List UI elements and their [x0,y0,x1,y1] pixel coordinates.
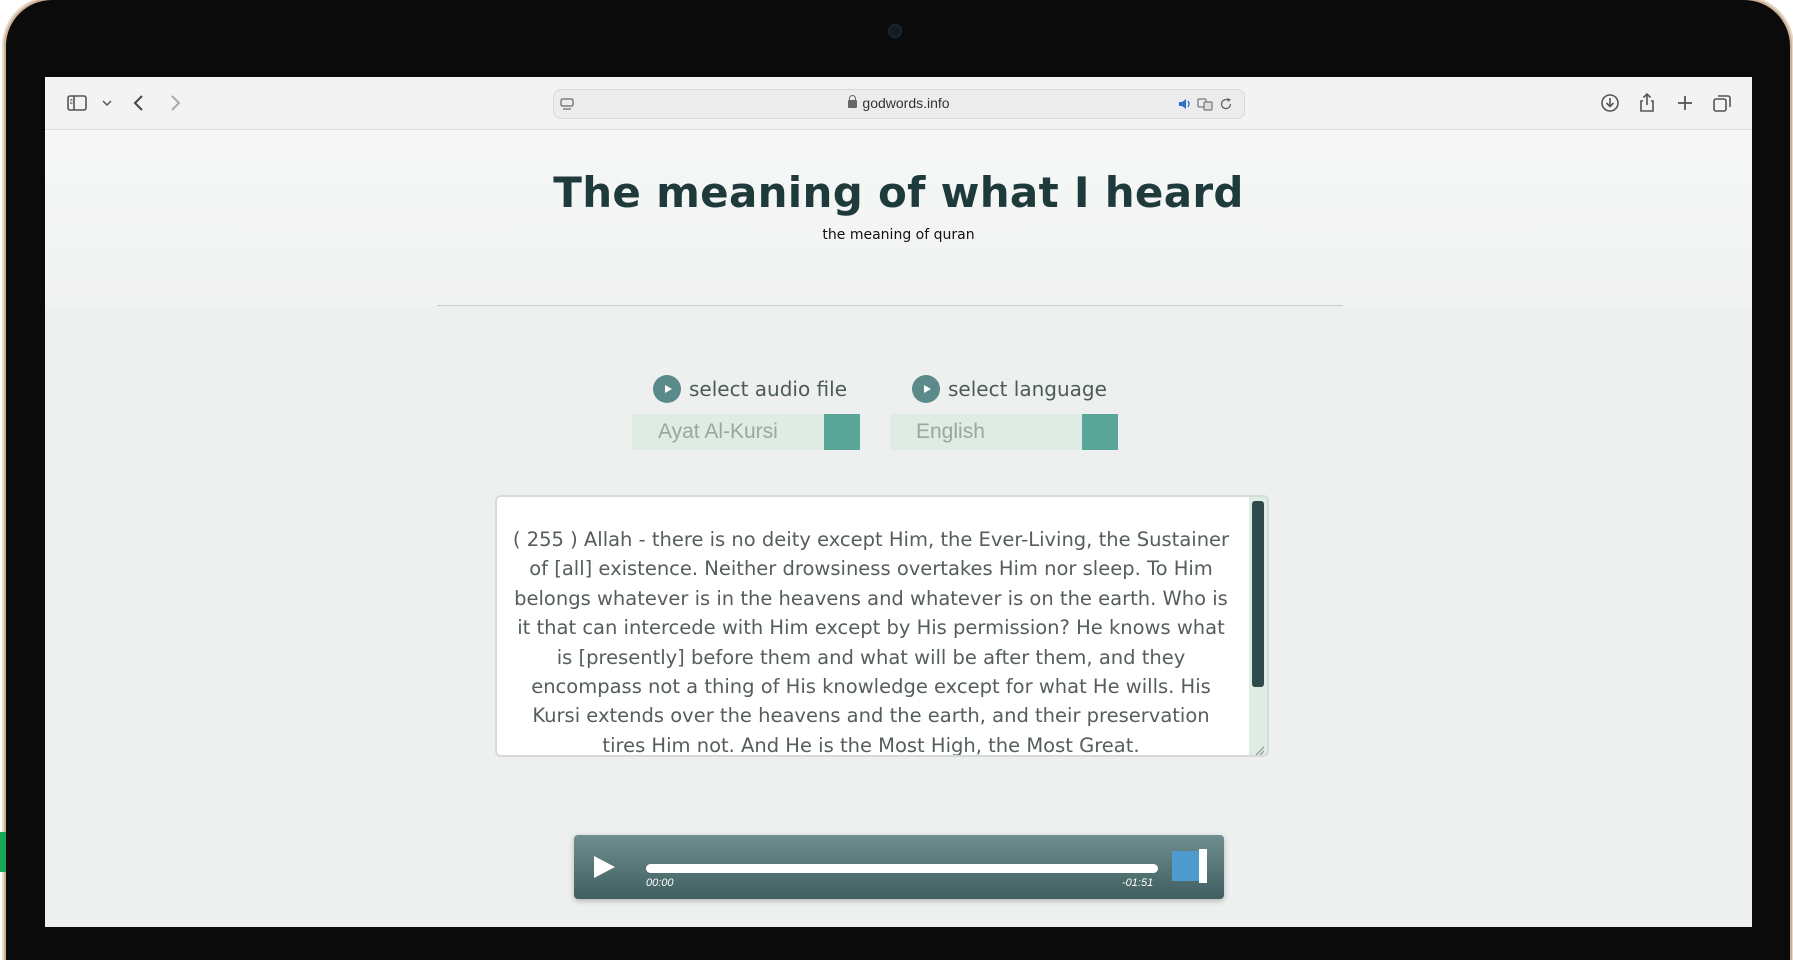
sidebar-icon[interactable] [65,91,89,115]
camera [888,24,902,38]
remaining-time: -01:51 [1122,877,1154,889]
reload-icon[interactable] [1218,96,1234,112]
play-icon[interactable] [594,856,615,878]
address-bar[interactable]: godwords.info [553,89,1245,119]
audio-select-label[interactable]: select audio file [653,375,847,403]
progress-bar[interactable] [646,864,1158,873]
url-display[interactable]: godwords.info [554,95,1244,111]
audio-player: 00:00 -01:51 [574,835,1224,899]
dropdown-button[interactable] [824,414,860,450]
page-title: The meaning of what I heard [553,168,1244,217]
download-icon[interactable] [1598,91,1622,115]
language-select-label-text: select language [948,377,1107,401]
forward-icon[interactable] [163,91,187,115]
verse-textarea[interactable]: ( 255 ) Allah - there is no deity except… [495,495,1269,757]
browser-window: godwords.info The meaning of what I hear… [45,77,1752,927]
audio-select-label-text: select audio file [689,377,848,401]
translate-icon[interactable] [1197,96,1213,112]
header-divider [437,305,1343,306]
play-circle-icon [653,375,681,403]
page-header: The meaning of what I heard the meaning … [45,130,1752,306]
play-circle-icon [912,375,940,403]
verse-text: ( 255 ) Allah - there is no deity except… [512,528,1230,757]
volume-icon[interactable] [1172,851,1202,881]
page-subtitle: the meaning of quran [822,227,975,243]
audio-file-value: Ayat Al-Kursi [658,420,778,443]
volume-slider[interactable] [1199,849,1207,883]
language-select-label[interactable]: select language [912,375,1107,403]
language-value: English [916,420,985,443]
audio-file-select[interactable]: Ayat Al-Kursi [632,414,860,450]
resize-grip-icon[interactable] [1253,741,1265,755]
scrollbar[interactable] [1249,497,1267,755]
tabs-icon[interactable] [1710,91,1734,115]
share-icon[interactable] [1635,91,1659,115]
browser-toolbar: godwords.info [45,77,1752,130]
plus-icon[interactable] [1673,91,1697,115]
language-select[interactable]: English [890,414,1118,450]
side-tab [0,832,6,872]
current-time: 00:00 [646,877,674,889]
chevron-down-icon[interactable] [95,91,112,115]
dropdown-button[interactable] [1082,414,1118,450]
scrollbar-thumb[interactable] [1252,501,1264,687]
speaker-icon[interactable] [1177,96,1193,112]
url-text: godwords.info [862,95,950,111]
lock-icon [848,95,858,108]
back-icon[interactable] [127,91,151,115]
